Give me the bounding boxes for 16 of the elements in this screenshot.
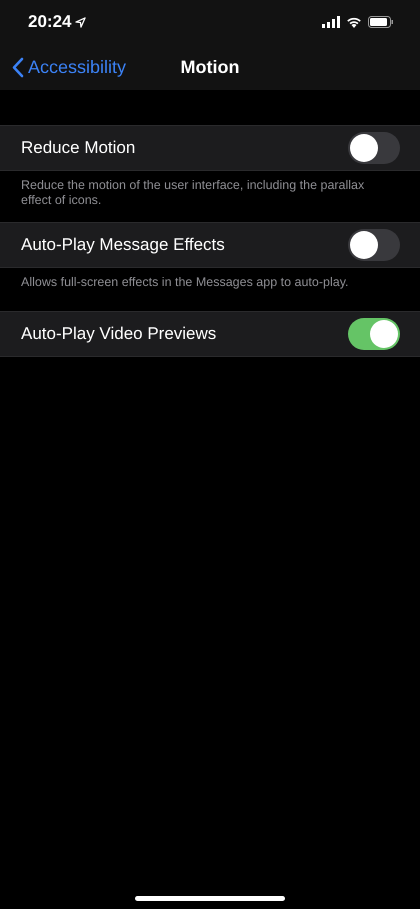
setting-label: Auto-Play Message Effects (21, 235, 225, 255)
wifi-icon (346, 16, 362, 28)
setting-description: Reduce the motion of the user interface, including the parallax effect of icons. (20, 177, 366, 209)
battery-icon (368, 16, 394, 28)
toggle-switch[interactable] (348, 132, 400, 164)
page-title: Motion (180, 56, 240, 78)
location-arrow-icon (75, 16, 86, 28)
toggle-switch[interactable] (348, 229, 400, 261)
status-time: 20:24 (28, 12, 86, 32)
chevron-left-icon (12, 56, 24, 78)
back-button[interactable]: Accessibility (0, 56, 126, 78)
setting-label: Reduce Motion (21, 138, 136, 158)
toggle-switch[interactable] (348, 318, 400, 350)
setting-label: Auto-Play Video Previews (21, 324, 216, 344)
signal-icon (322, 16, 340, 28)
setting-description: Allows full-screen effects in the Messages app to auto-play. (20, 274, 350, 291)
